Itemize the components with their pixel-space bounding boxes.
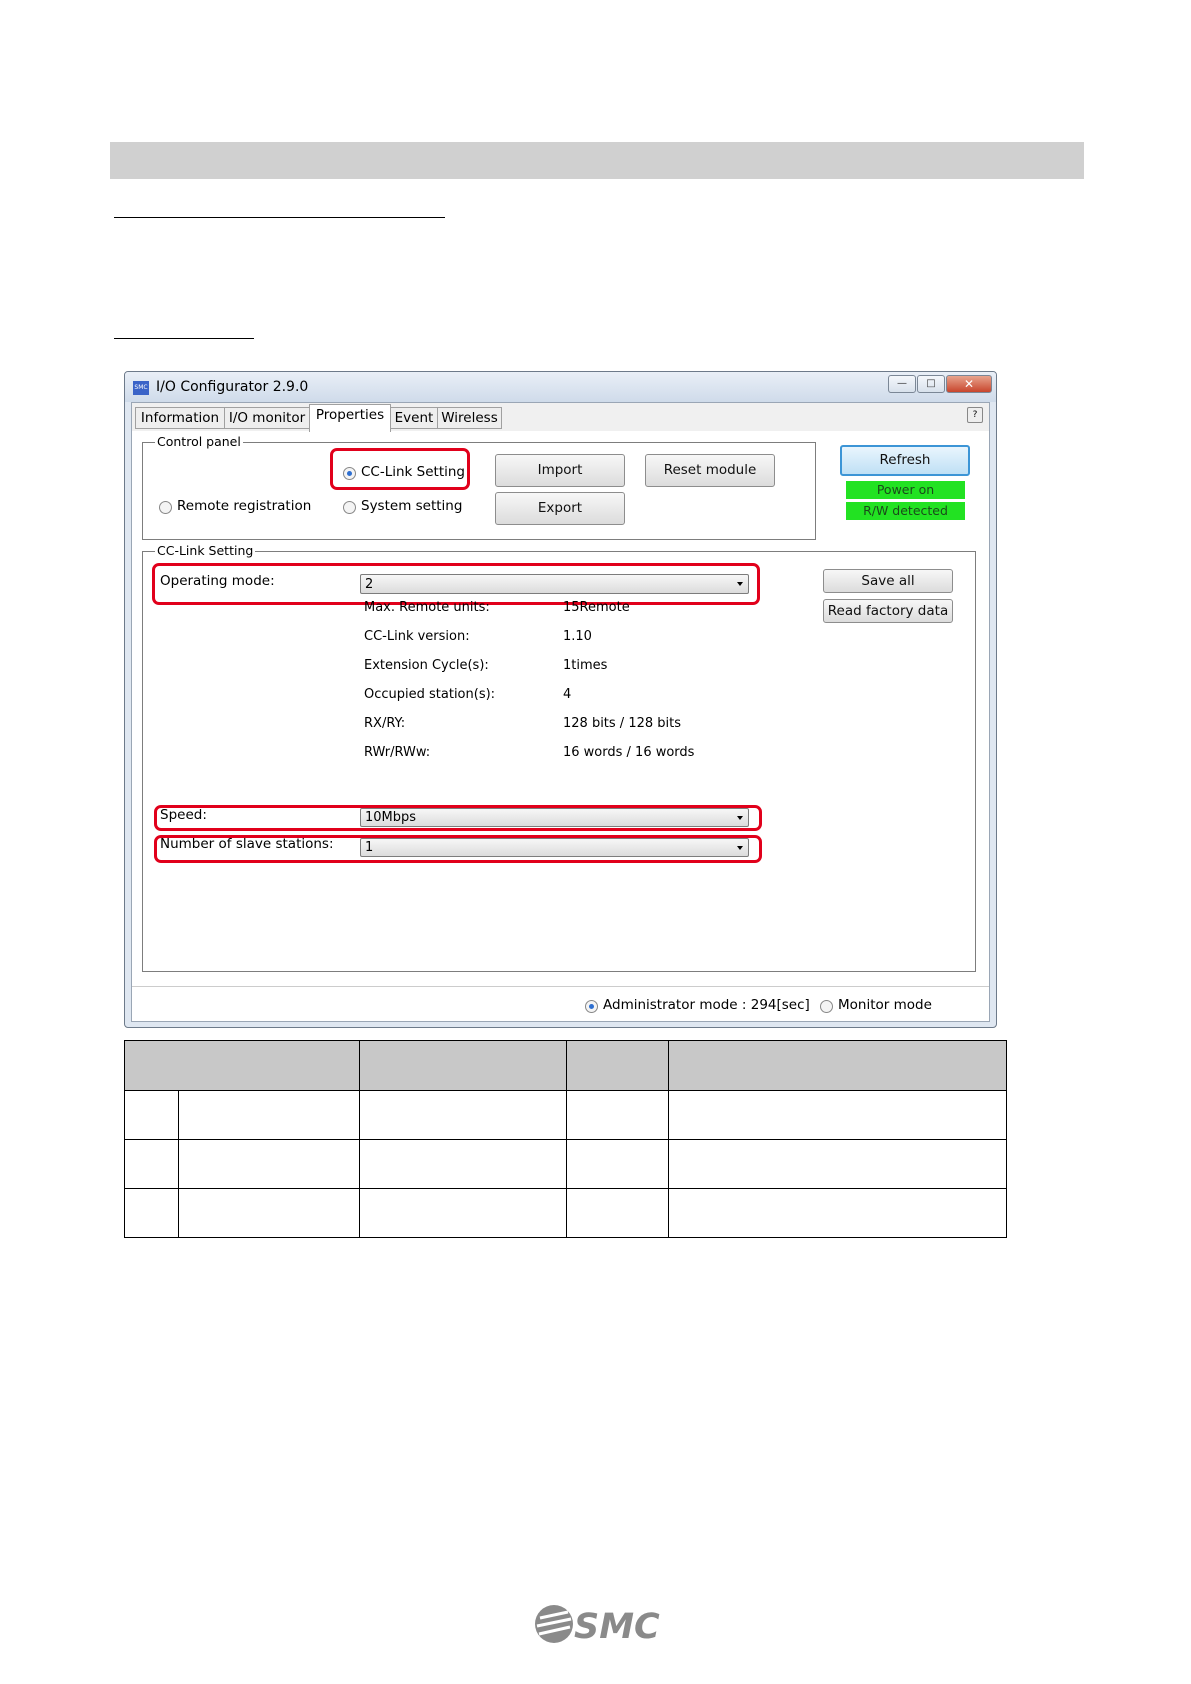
power-on-status: Power on (846, 481, 965, 499)
info-label-extension-cycle: Extension Cycle(s): (364, 658, 489, 673)
administrator-mode-radio[interactable] (585, 1000, 598, 1013)
tab-information[interactable]: Information (135, 407, 225, 429)
operating-mode-label: Operating mode: (160, 573, 275, 589)
operating-mode-select[interactable]: 2 (360, 574, 749, 594)
remote-registration-radio[interactable] (159, 501, 172, 514)
table-row (124, 1188, 1007, 1238)
import-button[interactable]: Import (495, 454, 625, 487)
tab-properties[interactable]: Properties (309, 404, 391, 432)
speed-value: 10Mbps (365, 810, 417, 825)
table-header-cell (566, 1040, 669, 1091)
smc-logo-text: SMC (574, 1607, 660, 1646)
control-panel-group: Control panel Remote registration CC-Lin… (142, 435, 816, 540)
system-setting-label: System setting (361, 498, 463, 514)
table-header-cell (668, 1040, 1007, 1091)
close-icon[interactable]: ✕ (946, 375, 992, 393)
speed-label: Speed: (160, 807, 207, 823)
table-cell (178, 1090, 360, 1140)
slave-stations-label: Number of slave stations: (160, 836, 334, 852)
monitor-mode-label: Monitor mode (838, 997, 932, 1013)
remote-registration-label: Remote registration (177, 498, 312, 514)
slave-stations-value: 1 (365, 840, 374, 855)
io-configurator-window: SMC I/O Configurator 2.9.0 — □ ✕ Informa… (124, 371, 997, 1028)
tab-strip: Information I/O monitor Properties Event… (132, 403, 989, 432)
tab-event[interactable]: Event (390, 407, 438, 429)
settings-table (124, 1040, 1007, 1238)
tab-io-monitor[interactable]: I/O monitor (224, 407, 310, 429)
info-label-cc-link-version: CC-Link version: (364, 629, 470, 644)
maximize-icon[interactable]: □ (917, 375, 945, 393)
info-value-max-remote: 15Remote (563, 600, 630, 615)
table-cell (124, 1188, 179, 1238)
table-cell (178, 1188, 360, 1238)
section-header-band (110, 142, 1084, 179)
reset-module-button[interactable]: Reset module (645, 454, 775, 487)
table-cell (566, 1090, 669, 1140)
save-all-button[interactable]: Save all (823, 569, 953, 593)
rw-detected-status: R/W detected (846, 502, 965, 520)
table-cell (668, 1188, 1007, 1238)
table-header-cell (124, 1040, 360, 1091)
window-title: I/O Configurator 2.9.0 (156, 379, 309, 395)
info-label-occupied-stations: Occupied station(s): (364, 687, 496, 702)
table-cell (668, 1139, 1007, 1189)
status-bar-divider (132, 986, 989, 987)
cc-link-setting-group: CC-Link Setting Operating mode: 2 Save a… (142, 544, 976, 972)
table-cell (124, 1139, 179, 1189)
info-value-occupied-stations: 4 (563, 687, 572, 702)
cc-link-setting-legend: CC-Link Setting (155, 543, 256, 558)
info-value-rx-ry: 128 bits / 128 bits (563, 716, 682, 731)
administrator-mode-label: Administrator mode : 294[sec] (603, 997, 810, 1013)
info-label-max-remote: Max. Remote units: (364, 600, 490, 615)
info-value-rwr-rww: 16 words / 16 words (563, 745, 695, 760)
help-icon[interactable]: ? (967, 407, 983, 423)
client-area: Information I/O monitor Properties Event… (131, 402, 990, 1022)
table-header-row (124, 1040, 1007, 1091)
table-header-cell (359, 1040, 567, 1091)
minimize-icon[interactable]: — (888, 375, 916, 393)
cc-link-setting-radio[interactable] (343, 467, 356, 480)
table-cell (668, 1090, 1007, 1140)
table-cell (124, 1090, 179, 1140)
subheading-underline (114, 338, 254, 339)
info-value-extension-cycle: 1times (563, 658, 608, 673)
export-button[interactable]: Export (495, 492, 625, 525)
info-label-rx-ry: RX/RY: (364, 716, 406, 731)
operating-mode-value: 2 (365, 577, 374, 592)
table-cell (566, 1188, 669, 1238)
read-factory-data-button[interactable]: Read factory data (823, 599, 953, 623)
table-cell (359, 1090, 567, 1140)
dropdown-arrow-icon (737, 846, 743, 850)
info-value-cc-link-version: 1.10 (563, 629, 592, 644)
control-panel-legend: Control panel (155, 434, 243, 449)
smc-logo: SMC (535, 1605, 660, 1646)
table-row (124, 1090, 1007, 1140)
slave-stations-select[interactable]: 1 (360, 838, 749, 857)
title-bar[interactable]: SMC I/O Configurator 2.9.0 — □ ✕ (125, 372, 996, 402)
monitor-mode-radio[interactable] (820, 1000, 833, 1013)
info-label-rwr-rww: RWr/RWw: (364, 745, 431, 760)
dropdown-arrow-icon (737, 582, 743, 586)
speed-select[interactable]: 10Mbps (360, 808, 749, 827)
app-icon: SMC (133, 381, 149, 395)
table-row (124, 1139, 1007, 1189)
tab-wireless[interactable]: Wireless (437, 407, 502, 429)
heading-underline (114, 217, 445, 218)
table-cell (178, 1139, 360, 1189)
cc-link-setting-label: CC-Link Setting (361, 464, 465, 480)
dropdown-arrow-icon (737, 816, 743, 820)
table-cell (566, 1139, 669, 1189)
system-setting-radio[interactable] (343, 501, 356, 514)
table-cell (359, 1139, 567, 1189)
table-cell (359, 1188, 567, 1238)
refresh-button[interactable]: Refresh (840, 445, 970, 476)
